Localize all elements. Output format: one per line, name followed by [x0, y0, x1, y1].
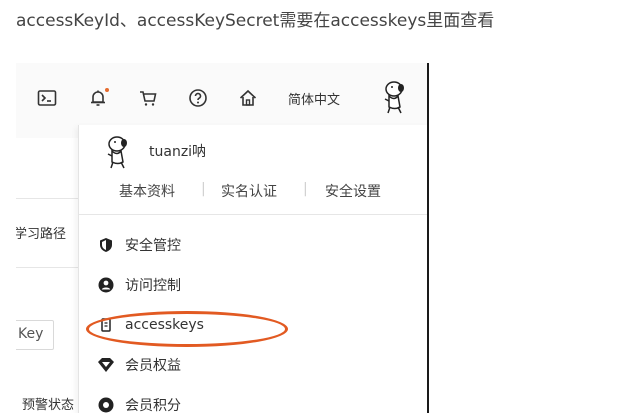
terminal-icon[interactable]	[36, 87, 58, 109]
home-icon[interactable]	[237, 87, 259, 109]
basic-info-link[interactable]: 基本资料	[119, 181, 175, 201]
console-screenshot: 简体中文 学习路径 Key 预警状态 tuanzi呐 基本资料 | 实名认证 |…	[16, 63, 428, 413]
menu-item-label: 访问控制	[125, 278, 181, 294]
highlight-circle	[86, 311, 288, 347]
alarm-status-label: 预警状态	[22, 398, 75, 413]
cart-icon[interactable]	[137, 87, 159, 109]
screenshot-border	[427, 63, 429, 413]
key-field-text: Key	[18, 326, 44, 342]
verification-link[interactable]: 实名认证	[221, 181, 277, 201]
notification-dot	[105, 88, 109, 92]
menu-item-label: 安全管控	[125, 238, 181, 254]
menu-item-label: 会员权益	[125, 358, 181, 374]
language-switch[interactable]: 简体中文	[288, 89, 340, 108]
security-settings-link[interactable]: 安全设置	[325, 181, 381, 201]
shield-icon	[97, 236, 115, 254]
menu-item-security-control[interactable]: 安全管控	[97, 233, 181, 257]
page-left-background	[16, 138, 80, 413]
username: tuanzi呐	[149, 144, 207, 160]
divider	[16, 267, 80, 268]
divider	[79, 214, 428, 215]
menu-item-access-control[interactable]: 访问控制	[97, 273, 181, 297]
link-divider: |	[201, 181, 206, 197]
learning-path-label[interactable]: 学习路径	[16, 223, 66, 242]
help-icon[interactable]	[187, 87, 209, 109]
menu-item-member-benefits[interactable]: 会员权益	[97, 353, 181, 377]
menu-item-label: 会员积分	[125, 398, 181, 413]
avatar	[103, 133, 133, 171]
user-icon	[97, 276, 115, 294]
profile-links: 基本资料 | 实名认证 | 安全设置	[107, 181, 407, 201]
user-dropdown-menu: tuanzi呐 基本资料 | 实名认证 | 安全设置 安全管控 访问控制 acc…	[78, 125, 428, 413]
menu-item-member-points[interactable]: 会员积分	[97, 393, 181, 413]
caption-text: accessKeyId、accessKeySecret需要在accesskeys…	[16, 11, 495, 31]
points-icon	[97, 396, 115, 413]
divider	[16, 198, 80, 199]
link-divider: |	[303, 181, 308, 197]
diamond-icon	[97, 356, 115, 374]
avatar[interactable]	[380, 79, 410, 115]
